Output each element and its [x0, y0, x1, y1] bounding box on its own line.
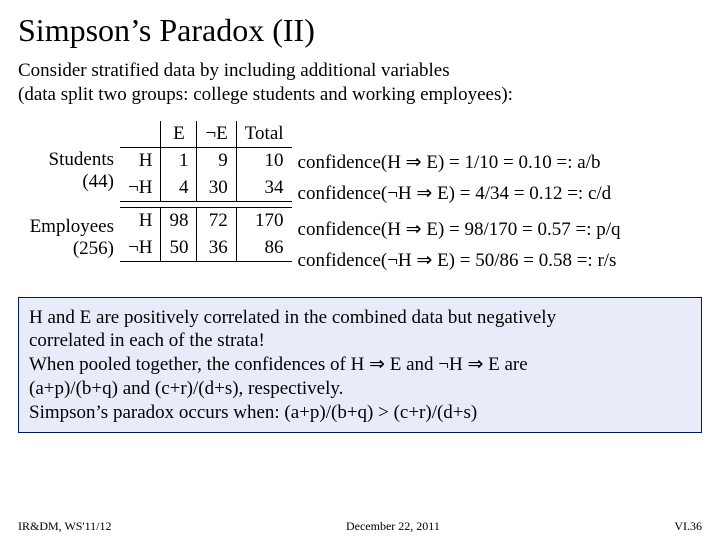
intro-line-2: (data split two groups: college students… — [18, 84, 513, 105]
stratum-a-count: (44) — [18, 171, 114, 193]
note-line: When pooled together, the confidences of… — [29, 354, 528, 375]
cell: 170 — [236, 208, 291, 235]
row-header-not-h: ¬H — [120, 235, 161, 262]
contingency-table: E ¬E Total H 1 9 10 ¬H 4 30 34 H 98 72 — [120, 121, 292, 263]
row-header-h: H — [120, 148, 161, 175]
note-line: H and E are positively correlated in the… — [29, 307, 556, 328]
stratum-employees-label: Employees (256) — [18, 216, 114, 277]
slide-title: Simpson’s Paradox (II) — [18, 12, 702, 49]
stratum-b-count: (256) — [18, 238, 114, 260]
row-header-h: H — [120, 208, 161, 235]
table-row: H 1 9 10 — [120, 148, 292, 175]
cell: 1 — [161, 148, 197, 175]
cell: 4 — [161, 175, 197, 202]
confidence-column: confidence(H ⇒ E) = 1/10 = 0.10 =: a/b c… — [298, 148, 621, 276]
row-header-not-h: ¬H — [120, 175, 161, 202]
cell: 10 — [236, 148, 291, 175]
footer-right: VI.36 — [674, 519, 702, 534]
footer-center: December 22, 2011 — [346, 519, 440, 534]
stratum-a-name: Students — [18, 149, 114, 171]
cell: 36 — [197, 235, 236, 262]
data-table-section: Students (44) Employees (256) E ¬E Total… — [18, 121, 702, 283]
note-line: correlated in each of the strata! — [29, 330, 265, 351]
cell: 72 — [197, 208, 236, 235]
slide-footer: IR&DM, WS'11/12 December 22, 2011 VI.36 — [18, 519, 702, 534]
intro-text: Consider stratified data by including ad… — [18, 59, 702, 107]
table-row: ¬H 50 36 86 — [120, 235, 292, 262]
cell: 86 — [236, 235, 291, 262]
confidence-line: confidence(H ⇒ E) = 98/170 = 0.57 =: p/q — [298, 215, 621, 246]
col-header-not-e: ¬E — [197, 121, 236, 148]
confidence-line: confidence(¬H ⇒ E) = 4/34 = 0.12 =: c/d — [298, 178, 621, 209]
col-header-total: Total — [236, 121, 291, 148]
intro-line-1: Consider stratified data by including ad… — [18, 60, 450, 81]
footer-left: IR&DM, WS'11/12 — [18, 519, 112, 534]
stratum-students-label: Students (44) — [18, 149, 114, 210]
cell: 34 — [236, 175, 291, 202]
stratum-b-name: Employees — [18, 216, 114, 238]
table-row: ¬H 4 30 34 — [120, 175, 292, 202]
table-row: H 98 72 170 — [120, 208, 292, 235]
col-header-e: E — [161, 121, 197, 148]
cell: 30 — [197, 175, 236, 202]
cell: 50 — [161, 235, 197, 262]
note-line: (a+p)/(b+q) and (c+r)/(d+s), respectivel… — [29, 378, 343, 399]
stratum-labels: Students (44) Employees (256) — [18, 149, 114, 283]
cell: 98 — [161, 208, 197, 235]
confidence-line: confidence(¬H ⇒ E) = 50/86 = 0.58 =: r/s — [298, 245, 621, 276]
table-header-row: E ¬E Total — [120, 121, 292, 148]
note-line: Simpson’s paradox occurs when: (a+p)/(b+… — [29, 402, 477, 423]
confidence-line: confidence(H ⇒ E) = 1/10 = 0.10 =: a/b — [298, 148, 621, 179]
cell: 9 — [197, 148, 236, 175]
explanation-box: H and E are positively correlated in the… — [18, 297, 702, 434]
